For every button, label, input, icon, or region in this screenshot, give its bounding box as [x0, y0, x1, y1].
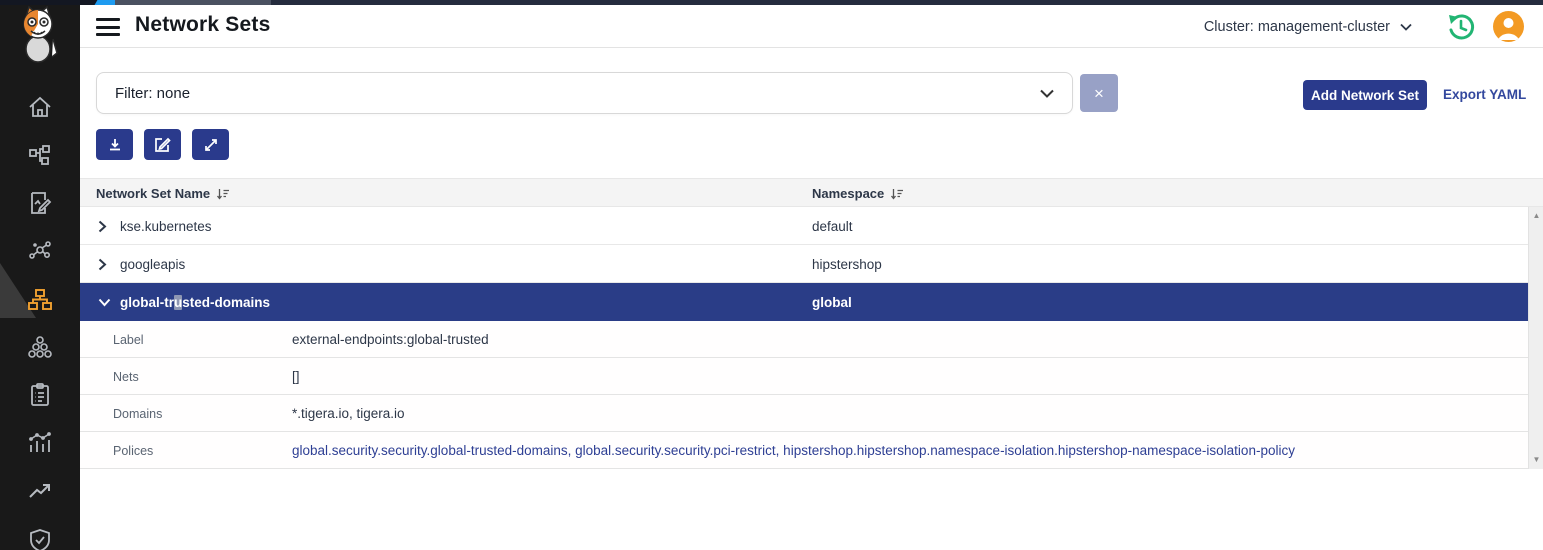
- sidebar-item-policies[interactable]: [0, 185, 80, 221]
- sidebar-item-trends[interactable]: [0, 473, 80, 509]
- sidebar-item-endpoints[interactable]: [0, 329, 80, 365]
- table-row-kse-kubernetes[interactable]: kse.kubernetes default: [80, 207, 1528, 245]
- cluster-label: Cluster: management-cluster: [1204, 19, 1390, 35]
- table-scrollbar[interactable]: ▲ ▼: [1528, 207, 1543, 469]
- history-button[interactable]: [1445, 11, 1477, 43]
- compliance-report-icon: [27, 382, 53, 408]
- history-icon: [1445, 11, 1477, 43]
- user-avatar[interactable]: [1493, 11, 1524, 42]
- filter-dropdown[interactable]: Filter: none: [96, 72, 1073, 114]
- detail-row-nets: Nets []: [80, 358, 1528, 395]
- detail-value: external-endpoints:global-trusted: [292, 321, 489, 358]
- sidebar-item-network-sets[interactable]: [0, 282, 80, 318]
- sidebar-item-compliance[interactable]: [0, 377, 80, 413]
- page-title: Network Sets: [135, 13, 270, 37]
- cluster-selector[interactable]: Cluster: management-cluster: [1204, 16, 1412, 38]
- service-graph-icon: [27, 238, 53, 264]
- table-header: Network Set Name Namespace: [80, 178, 1543, 207]
- scroll-down-arrow[interactable]: ▼: [1529, 453, 1543, 467]
- hamburger-menu-icon[interactable]: [96, 18, 120, 36]
- endpoints-icon: [27, 334, 53, 360]
- scroll-up-arrow[interactable]: ▲: [1529, 209, 1543, 223]
- strip-tab: [115, 0, 271, 5]
- detail-row-label: Label external-endpoints:global-trusted: [80, 321, 1528, 358]
- top-window-strip: [0, 0, 1543, 5]
- chevron-right-icon: [98, 258, 107, 271]
- dashboard-stats-icon: [27, 430, 53, 456]
- chevron-right-icon: [98, 220, 107, 233]
- edit-button[interactable]: [144, 129, 181, 160]
- clear-filter-button[interactable]: ×: [1080, 74, 1118, 112]
- export-yaml-link[interactable]: Export YAML: [1443, 87, 1526, 102]
- sidebar-item-network-topology[interactable]: [0, 137, 80, 173]
- detail-value: []: [292, 358, 300, 395]
- network-set-name: googleapis: [120, 245, 185, 283]
- chevron-down-icon: [1400, 23, 1412, 31]
- expand-icon: [203, 137, 219, 153]
- chevron-down-icon: [98, 298, 111, 307]
- sidebar-item-security-events[interactable]: [0, 522, 80, 550]
- sidebar-item-service-graph[interactable]: [0, 233, 80, 269]
- expand-button[interactable]: [192, 129, 229, 160]
- network-sets-icon: [26, 287, 54, 313]
- namespace-value: global: [812, 283, 852, 321]
- detail-label: Domains: [113, 395, 162, 432]
- detail-label: Label: [113, 321, 144, 358]
- network-set-name: global-trusted-domains: [120, 283, 270, 321]
- detail-row-polices: Polices global.security.security.global-…: [80, 432, 1528, 469]
- sidebar-item-dashboard[interactable]: [0, 425, 80, 461]
- page-header: Network Sets Cluster: management-cluster: [80, 5, 1543, 48]
- security-shield-icon: [27, 527, 53, 550]
- policy-document-icon: [27, 190, 53, 216]
- strip-bar: [271, 0, 1543, 5]
- table-row-googleapis[interactable]: googleapis hipstershop: [80, 245, 1528, 283]
- column-header-namespace[interactable]: Namespace: [812, 179, 904, 208]
- add-network-set-button[interactable]: Add Network Set: [1303, 80, 1427, 110]
- user-icon: [1493, 11, 1524, 42]
- detail-label: Nets: [113, 358, 139, 395]
- network-set-name: kse.kubernetes: [120, 207, 212, 245]
- network-topology-icon: [27, 142, 53, 168]
- network-sets-table: kse.kubernetes default googleapis hipste…: [80, 207, 1528, 321]
- trends-icon: [27, 478, 53, 504]
- edit-icon: [154, 136, 171, 153]
- calico-cat-logo[interactable]: [8, 4, 72, 64]
- filter-value: Filter: none: [115, 85, 190, 102]
- download-icon: [107, 137, 123, 153]
- sort-icon: [890, 188, 904, 200]
- detail-value-policy-links[interactable]: global.security.security.global-trusted-…: [292, 432, 1295, 469]
- namespace-value: default: [812, 207, 853, 245]
- home-icon: [27, 94, 53, 120]
- download-button[interactable]: [96, 129, 133, 160]
- detail-value: *.tigera.io, tigera.io: [292, 395, 405, 432]
- column-header-name[interactable]: Network Set Name: [96, 179, 230, 208]
- table-row-global-trusted-domains-selected[interactable]: global-trusted-domains global: [80, 283, 1528, 321]
- namespace-value: hipstershop: [812, 245, 882, 283]
- chevron-down-icon: [1040, 89, 1054, 98]
- text-cursor-highlight: u: [174, 295, 182, 310]
- detail-label: Polices: [113, 432, 153, 469]
- expanded-details-panel: Label external-endpoints:global-trusted …: [80, 321, 1528, 469]
- sort-icon: [216, 188, 230, 200]
- sidebar: [0, 0, 80, 550]
- sidebar-item-home[interactable]: [0, 89, 80, 125]
- detail-row-domains: Domains *.tigera.io, tigera.io: [80, 395, 1528, 432]
